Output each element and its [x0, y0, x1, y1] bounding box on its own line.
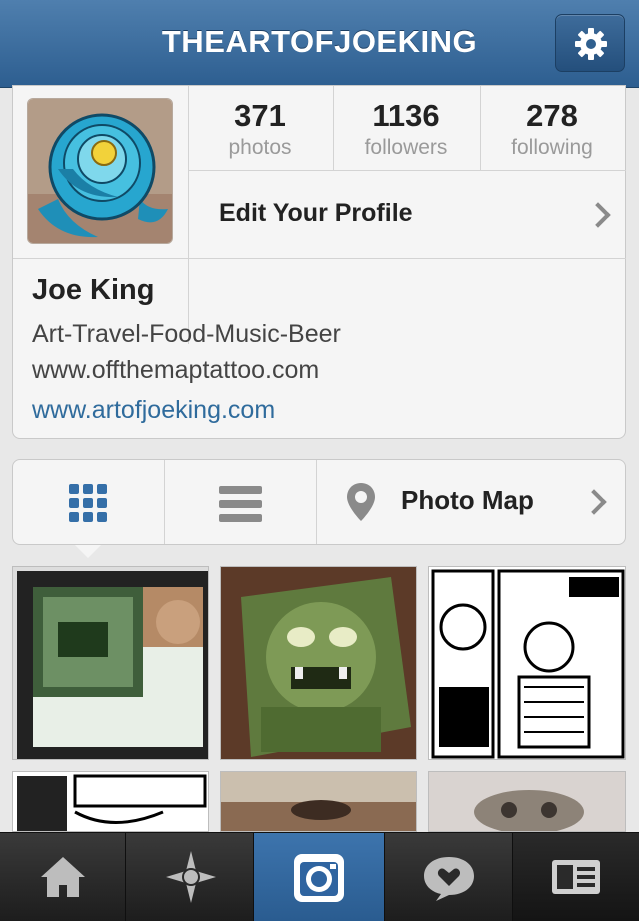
photo-map-label: Photo Map: [401, 485, 534, 515]
photo-thumbnail[interactable]: [12, 566, 209, 760]
tab-explore[interactable]: [126, 833, 254, 921]
chevron-right-icon: [581, 489, 607, 515]
grid-icon: [69, 484, 109, 524]
active-tab-pointer: [75, 545, 101, 558]
camera-icon: [294, 854, 344, 902]
bio-line-1: Art-Travel-Food-Music-Beer: [32, 320, 341, 348]
followers-count: 1136: [372, 98, 440, 133]
photo-map-tab[interactable]: Photo Map: [317, 460, 625, 544]
profile-card: 371 photos 1136 followers 278 following …: [12, 85, 626, 439]
tab-profile[interactable]: [513, 833, 639, 921]
tab-news[interactable]: [385, 833, 513, 921]
website-link[interactable]: www.artofjoeking.com: [32, 396, 275, 425]
location-pin-icon: [347, 483, 375, 521]
tab-home[interactable]: [0, 833, 126, 921]
photos-count: 371: [234, 98, 286, 133]
photo-thumbnail[interactable]: [220, 566, 417, 760]
following-label: following: [511, 136, 593, 159]
profile-icon: [552, 860, 600, 894]
edit-profile-label: Edit Your Profile: [219, 199, 413, 227]
following-count: 278: [526, 98, 578, 133]
top-navigation-bar: THEARTOFJOEKING: [0, 0, 639, 88]
bottom-tab-bar: [0, 832, 639, 921]
tab-camera[interactable]: [254, 833, 385, 921]
explore-icon: [166, 851, 216, 903]
page-title: THEARTOFJOEKING: [161, 24, 478, 59]
chevron-right-icon: [585, 202, 611, 228]
settings-button[interactable]: [555, 14, 625, 72]
avatar[interactable]: [27, 98, 173, 244]
gear-icon: [575, 28, 607, 60]
view-tabs: Photo Map: [12, 459, 626, 545]
grid-view-tab[interactable]: [13, 460, 164, 544]
edit-profile-button[interactable]: Edit Your Profile: [189, 171, 626, 257]
photo-thumbnail[interactable]: [428, 566, 626, 760]
profile-name: Joe King: [32, 274, 155, 306]
photos-label: photos: [228, 136, 292, 159]
list-view-tab[interactable]: [165, 460, 316, 544]
photo-thumbnail[interactable]: [12, 771, 209, 832]
news-icon: [424, 857, 474, 901]
bio-line-2: www.offthemaptattoo.com: [32, 356, 320, 384]
home-icon: [41, 857, 85, 897]
followers-label: followers: [364, 136, 448, 159]
photo-thumbnail[interactable]: [220, 771, 417, 832]
photo-thumbnail[interactable]: [428, 771, 626, 832]
